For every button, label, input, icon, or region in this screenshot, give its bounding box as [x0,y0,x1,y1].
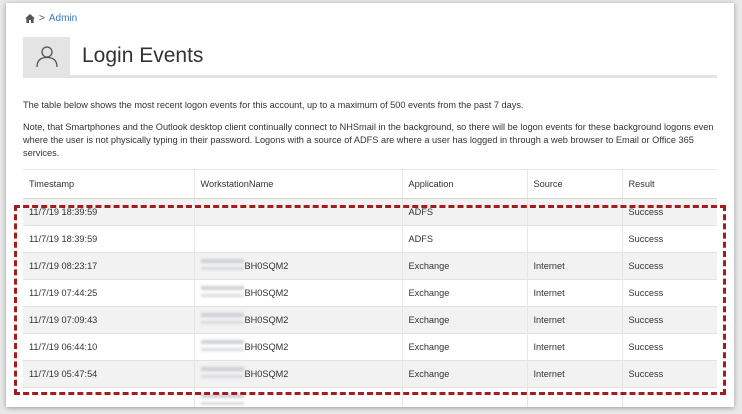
login-events-table: Timestamp WorkstationName Application So… [23,169,717,407]
workstation-name: BH0SQM2 [244,261,289,271]
cell-result: Success [621,306,717,334]
column-header-application[interactable]: Application [401,169,527,199]
column-header-source[interactable]: Source [526,169,622,199]
table-row: 11/7/19 06:44:10 BH0SQM2 Exchange Intern… [23,333,717,361]
workstation-name: BH0SQM2 [244,342,289,352]
cell-result: Success [621,252,717,280]
cell-workstation-partial [193,387,402,407]
note-text: Note, that Smartphones and the Outlook d… [23,122,714,158]
redacted-workstation-prefix [200,259,244,273]
cell-workstation: BH0SQM2 [193,360,402,388]
redacted-workstation-prefix [200,367,244,381]
cell-workstation [193,225,402,253]
cell-timestamp: 11/7/19 05:47:54 [23,360,194,388]
home-icon[interactable] [25,14,35,23]
table-row: 11/7/19 07:44:25 BH0SQM2 Exchange Intern… [23,279,717,307]
table-row: 11/7/19 07:09:43 BH0SQM2 Exchange Intern… [23,306,717,334]
cell-workstation: BH0SQM2 [193,333,402,361]
cell-application: Exchange [401,333,527,361]
cell-workstation [193,198,402,226]
breadcrumb: > Admin [25,13,77,24]
page-header: Login Events [23,37,717,78]
page-frame: > Admin Login Events The table below sho… [6,3,734,407]
redacted-workstation-prefix [200,286,244,300]
cell-source: Internet [526,279,622,307]
cell-result: Success [621,198,717,226]
cell-source: Internet [526,360,622,388]
cell-application-partial [401,387,527,407]
cell-workstation: BH0SQM2 [193,279,402,307]
redacted-workstation-prefix [200,394,244,407]
cell-timestamp: 11/7/19 08:23:17 [23,252,194,280]
redacted-workstation-prefix [200,313,244,327]
cell-source [526,225,622,253]
description-text: The table below shows the most recent lo… [23,100,524,110]
user-icon [35,46,58,68]
workstation-name: BH0SQM2 [244,288,289,298]
table-row: 11/7/19 18:39:59 ADFS Success [23,225,717,253]
cell-application: ADFS [401,198,527,226]
cell-source [526,198,622,226]
cell-timestamp-partial [23,387,194,407]
cell-result: Success [621,360,717,388]
cell-timestamp: 11/7/19 07:09:43 [23,306,194,334]
cell-application: ADFS [401,225,527,253]
cell-application: Exchange [401,306,527,334]
cell-timestamp: 11/7/19 06:44:10 [23,333,194,361]
breadcrumb-admin-link[interactable]: Admin [49,13,77,24]
table-row: 11/7/19 18:39:59 ADFS Success [23,198,717,226]
cell-result-partial [621,387,717,407]
cell-source: Internet [526,306,622,334]
cell-result: Success [621,225,717,253]
cell-timestamp: 11/7/19 07:44:25 [23,279,194,307]
cell-workstation: BH0SQM2 [193,306,402,334]
cell-application: Exchange [401,279,527,307]
cell-source-partial [526,387,622,407]
table-header-row: Timestamp WorkstationName Application So… [23,169,717,199]
workstation-name: BH0SQM2 [244,315,289,325]
cell-application: Exchange [401,360,527,388]
column-header-timestamp[interactable]: Timestamp [23,169,194,199]
redacted-workstation-prefix [200,340,244,354]
breadcrumb-separator: > [39,13,45,24]
cell-timestamp: 11/7/19 18:39:59 [23,225,194,253]
cell-result: Success [621,279,717,307]
workstation-name: BH0SQM2 [244,369,289,379]
table-row-partial [23,387,717,407]
avatar [23,37,70,75]
page-title: Login Events [82,44,204,67]
cell-source: Internet [526,252,622,280]
cell-application: Exchange [401,252,527,280]
cell-workstation: BH0SQM2 [193,252,402,280]
column-header-result[interactable]: Result [621,169,717,199]
cell-result: Success [621,333,717,361]
cell-source: Internet [526,333,622,361]
cell-timestamp: 11/7/19 18:39:59 [23,198,194,226]
table-row: 11/7/19 05:47:54 BH0SQM2 Exchange Intern… [23,360,717,388]
table-row: 11/7/19 08:23:17 BH0SQM2 Exchange Intern… [23,252,717,280]
column-header-workstation[interactable]: WorkstationName [193,169,402,199]
